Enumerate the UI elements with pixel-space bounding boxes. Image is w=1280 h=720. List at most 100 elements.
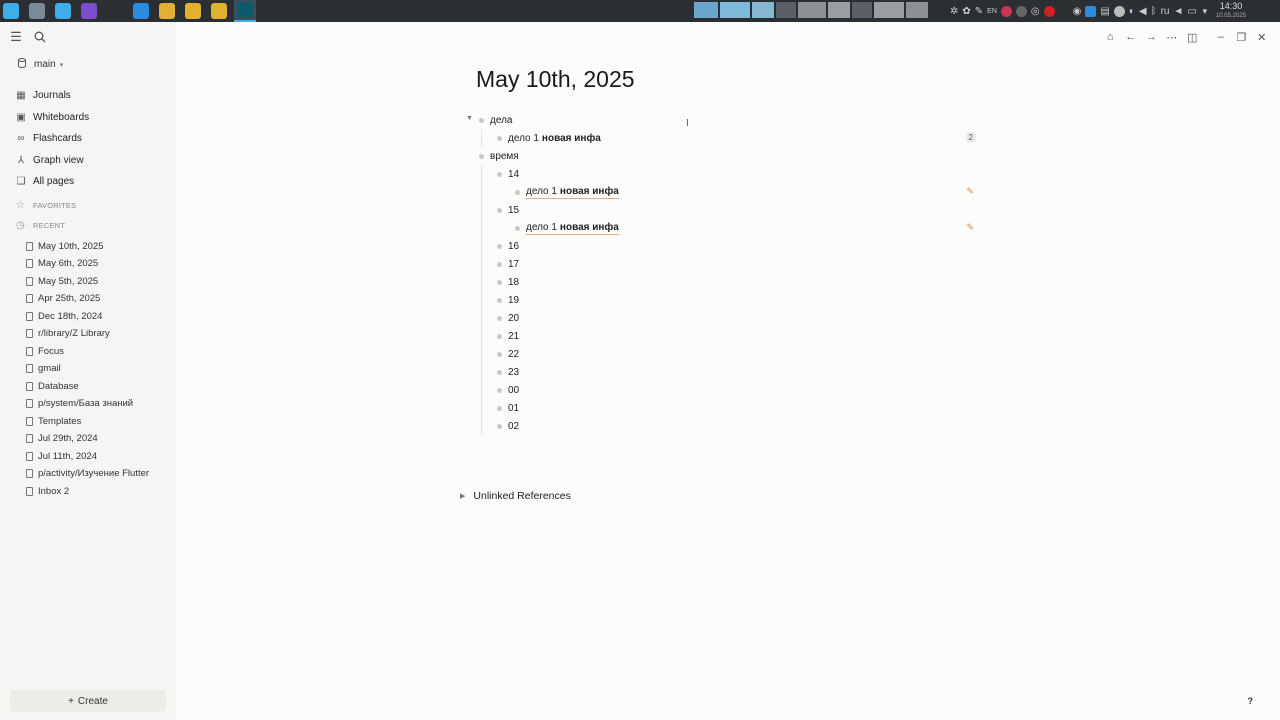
- close-icon[interactable]: ✕: [1252, 30, 1273, 44]
- block-text[interactable]: время: [490, 151, 519, 162]
- bullet-icon[interactable]: [497, 387, 502, 393]
- create-button[interactable]: + Create: [10, 690, 166, 712]
- block-bold-text[interactable]: новая инфа: [542, 133, 601, 144]
- bullet-icon[interactable]: [497, 423, 502, 429]
- block-text[interactable]: 15: [508, 205, 519, 216]
- recent-item[interactable]: Focus: [0, 343, 176, 361]
- block-hour[interactable]: 23: [462, 363, 982, 381]
- window-preview[interactable]: [874, 2, 904, 18]
- circle-icon[interactable]: ◉: [1073, 6, 1082, 17]
- recent-item[interactable]: Inbox 2: [0, 483, 176, 501]
- pencil-icon[interactable]: ✎: [966, 186, 974, 197]
- minimize-icon[interactable]: –: [1211, 30, 1232, 44]
- block-text[interactable]: 00: [508, 385, 519, 396]
- bullet-icon[interactable]: [515, 225, 520, 231]
- bullet-icon[interactable]: [497, 207, 502, 213]
- block-reference[interactable]: дело 1 новая инфа: [526, 186, 619, 199]
- clipboard-icon[interactable]: ▤: [1100, 6, 1109, 17]
- home-icon[interactable]: ⌂: [1100, 30, 1121, 44]
- keyboard-icon[interactable]: ✎: [975, 6, 983, 17]
- taskbar-app-launcher[interactable]: [0, 0, 22, 22]
- app-tray-icon[interactable]: [1015, 5, 1027, 17]
- block-dela[interactable]: ▼ дела: [462, 111, 982, 129]
- block-hour[interactable]: 00: [462, 381, 982, 399]
- settings-icon[interactable]: ✲: [950, 6, 958, 17]
- bluetooth-icon[interactable]: ᛒ: [1151, 6, 1157, 17]
- chevron-down-icon[interactable]: ▼: [1201, 7, 1209, 16]
- recent-item[interactable]: May 5th, 2025: [0, 273, 176, 291]
- forward-arrow-icon[interactable]: →: [1141, 30, 1162, 44]
- app-tray-icon[interactable]: [1000, 5, 1012, 17]
- recent-item[interactable]: Templates: [0, 413, 176, 431]
- app-tray-icon[interactable]: [1043, 5, 1055, 17]
- taskbar-app-file-manager[interactable]: [52, 0, 74, 22]
- collapse-arrow-icon[interactable]: ▼: [466, 115, 473, 122]
- maximize-icon[interactable]: ❐: [1231, 30, 1252, 44]
- block-reference[interactable]: дело 1 новая инфа: [526, 222, 619, 235]
- window-preview[interactable]: [776, 2, 796, 18]
- window-preview[interactable]: [828, 2, 850, 18]
- block-hour[interactable]: 19: [462, 291, 982, 309]
- monitor-icon[interactable]: ▭: [1187, 6, 1196, 17]
- block-delo-ref[interactable]: дело 1 новая инфа ✎: [462, 183, 982, 201]
- unlinked-references-toggle[interactable]: ▶ Unlinked References: [460, 490, 571, 502]
- block-text[interactable]: дела: [490, 115, 512, 126]
- block-hour[interactable]: 14: [462, 165, 982, 183]
- window-preview[interactable]: [852, 2, 872, 18]
- block-text[interactable]: 01: [508, 403, 519, 414]
- block-text[interactable]: 20: [508, 313, 519, 324]
- app-tray-icon[interactable]: [1113, 5, 1125, 17]
- volume-icon[interactable]: ◀: [1139, 6, 1147, 17]
- clock[interactable]: 14:30 10.05.2025: [1216, 2, 1246, 20]
- block-text[interactable]: 02: [508, 421, 519, 432]
- taskbar-app-chrome[interactable]: [156, 0, 178, 22]
- block-hour[interactable]: 02: [462, 417, 982, 435]
- bullet-icon[interactable]: [497, 279, 502, 285]
- recent-item[interactable]: p/activity/Изучение Flutter: [0, 465, 176, 483]
- bullet-icon[interactable]: [497, 243, 502, 249]
- bullet-icon[interactable]: [479, 117, 484, 123]
- block-hour[interactable]: 18: [462, 273, 982, 291]
- sidebar-item-whiteboards[interactable]: ▣ Whiteboards: [0, 107, 176, 129]
- recent-item[interactable]: Apr 25th, 2025: [0, 290, 176, 308]
- recent-item[interactable]: gmail: [0, 360, 176, 378]
- window-preview[interactable]: [694, 2, 718, 18]
- taskbar-app-chrome[interactable]: [182, 0, 204, 22]
- taskbar-app-obsidian[interactable]: [78, 0, 100, 22]
- bullet-icon[interactable]: [497, 171, 502, 177]
- page-title[interactable]: May 10th, 2025: [476, 66, 635, 93]
- bullet-icon[interactable]: [497, 333, 502, 339]
- block-text[interactable]: 17: [508, 259, 519, 270]
- block-text[interactable]: дело 1: [508, 133, 539, 144]
- block-delo[interactable]: дело 1 новая инфа 2: [462, 129, 982, 147]
- block-text[interactable]: 14: [508, 169, 519, 180]
- block-delo-ref[interactable]: дело 1 новая инфа ✎: [462, 219, 982, 237]
- right-sidebar-icon[interactable]: ◫: [1182, 30, 1203, 44]
- recent-item[interactable]: Database: [0, 378, 176, 396]
- pencil-icon[interactable]: ✎: [966, 222, 974, 233]
- taskbar-app-terminal[interactable]: [104, 0, 126, 22]
- recent-item[interactable]: p/system/База знаний: [0, 395, 176, 413]
- target-icon[interactable]: ◎: [1031, 6, 1040, 17]
- lang-en-label[interactable]: EN: [987, 8, 997, 15]
- block-vremya[interactable]: время: [462, 147, 982, 165]
- bullet-icon[interactable]: [479, 153, 484, 159]
- reference-count-badge[interactable]: 2: [965, 132, 976, 143]
- bullet-icon[interactable]: [497, 135, 502, 141]
- block-text[interactable]: 18: [508, 277, 519, 288]
- bullet-icon[interactable]: [497, 315, 502, 321]
- window-preview[interactable]: [752, 2, 774, 18]
- recent-item[interactable]: r/library/Z Library: [0, 325, 176, 343]
- bullet-icon[interactable]: [497, 297, 502, 303]
- sidebar-item-journals[interactable]: ▦ Journals: [0, 85, 176, 107]
- bullet-icon[interactable]: [497, 351, 502, 357]
- taskbar-app-logseq[interactable]: [234, 0, 256, 22]
- window-preview[interactable]: [906, 2, 928, 18]
- block-hour[interactable]: 17: [462, 255, 982, 273]
- block-text[interactable]: 21: [508, 331, 519, 342]
- block-hour[interactable]: 22: [462, 345, 982, 363]
- block-text[interactable]: 22: [508, 349, 519, 360]
- bullet-icon[interactable]: [497, 261, 502, 267]
- favorites-header[interactable]: ☆ FAVORITES: [0, 196, 176, 216]
- puzzle-icon[interactable]: ✿: [962, 6, 970, 17]
